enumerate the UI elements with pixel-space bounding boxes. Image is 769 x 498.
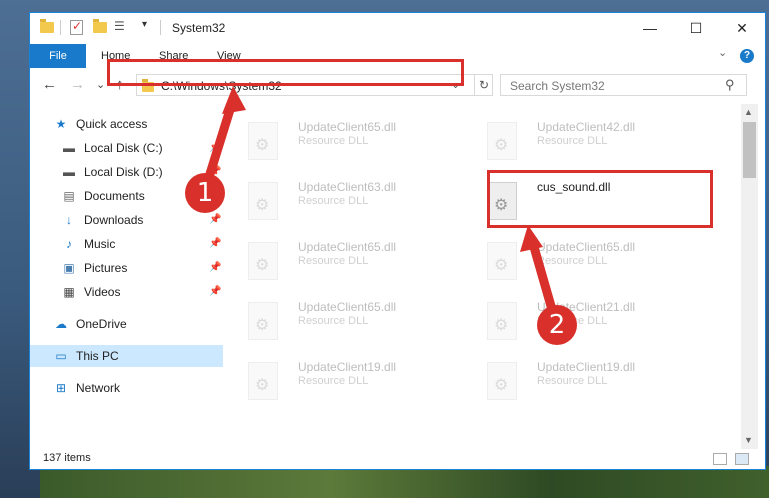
annotation-arrows [200,86,560,325]
arrow-2-head [520,225,543,252]
arrow-1-head [222,86,246,114]
step-2-badge: 2 [537,305,577,345]
step-1-badge: 1 [185,173,225,213]
